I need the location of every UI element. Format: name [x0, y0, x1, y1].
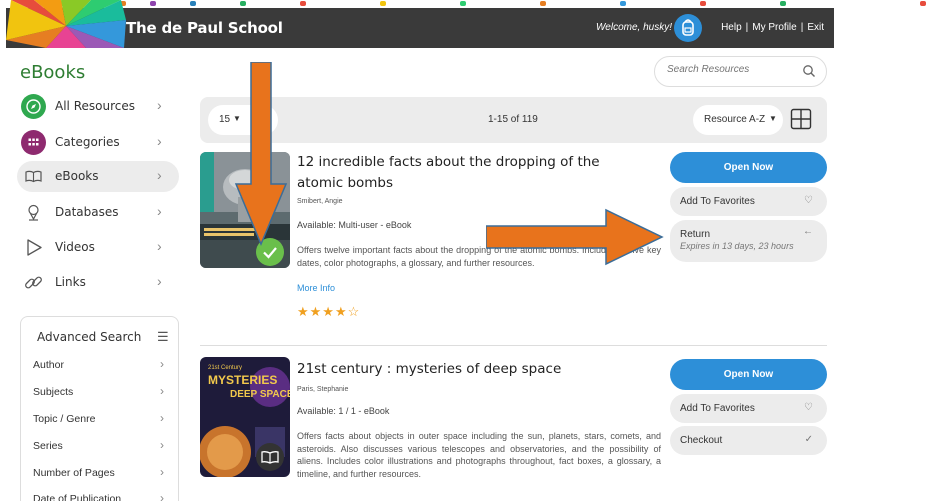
- open-now-button[interactable]: Open Now: [670, 152, 827, 183]
- welcome-text: Welcome, husky!: [596, 22, 672, 33]
- sidebar-item-links[interactable]: Links ›: [17, 267, 179, 298]
- search-input[interactable]: [667, 64, 797, 75]
- availability: Available: 1 / 1 - eBook: [297, 406, 390, 416]
- chevron-right-icon: ›: [160, 357, 164, 371]
- my-profile-link[interactable]: My Profile: [752, 22, 796, 33]
- site-header: The de Paul School Welcome, husky! Help |…: [6, 0, 834, 48]
- chevron-right-icon: ›: [160, 491, 164, 501]
- sidebar-item-categories[interactable]: Categories ›: [17, 127, 179, 158]
- grid-icon: [21, 130, 46, 155]
- school-logo[interactable]: [6, 0, 126, 48]
- header-links: Help | My Profile | Exit: [721, 22, 824, 33]
- filter-label: Topic / Genre: [33, 413, 96, 425]
- advanced-search-title[interactable]: Advanced Search: [37, 330, 141, 344]
- chevron-right-icon: ›: [157, 97, 162, 113]
- chevron-right-icon: ›: [157, 133, 162, 149]
- sidebar-item-label: eBooks: [55, 169, 99, 183]
- chevron-right-icon: ›: [157, 273, 162, 289]
- ebook-badge: [256, 443, 284, 471]
- rating-stars[interactable]: ★★★★☆: [297, 304, 360, 320]
- expiry-text: Expires in 13 days, 23 hours: [680, 241, 794, 251]
- cover-title-line1: MYSTERIES: [208, 373, 277, 387]
- cover-title-line2: DEEP SPACE: [230, 389, 290, 400]
- book-title[interactable]: 12 incredible facts about the dropping o…: [297, 152, 647, 194]
- filter-label: Date of Publication: [33, 493, 122, 501]
- right-arrow-annotation: [486, 208, 664, 266]
- caret-down-icon: ▼: [769, 114, 777, 123]
- chevron-right-icon: ›: [160, 465, 164, 479]
- filter-label: Subjects: [33, 386, 74, 398]
- checkout-button[interactable]: Checkout ✓: [670, 426, 827, 455]
- user-avatar[interactable]: [674, 14, 702, 42]
- book-description: Offers facts about objects in outer spac…: [297, 431, 661, 479]
- book-author[interactable]: Smibert, Angie: [297, 198, 343, 205]
- chevron-right-icon: ›: [160, 411, 164, 425]
- advanced-search-panel: Advanced Search ☰ Author › Subjects › Topi…: [20, 316, 179, 501]
- add-to-favorites-button[interactable]: Add To Favorites ♡: [670, 187, 827, 216]
- add-to-favorites-button[interactable]: Add To Favorites ♡: [670, 394, 827, 423]
- backpack-icon: [682, 19, 694, 36]
- filter-label: Series: [33, 440, 63, 452]
- book-title[interactable]: 21st century : mysteries of deep space: [297, 359, 647, 380]
- heart-icon: ♡: [804, 195, 813, 206]
- compass-icon: [21, 94, 46, 119]
- check-icon: ✓: [804, 434, 813, 445]
- sidebar-item-ebooks[interactable]: eBooks ›: [17, 161, 179, 192]
- sidebar-item-videos[interactable]: Videos ›: [17, 232, 179, 263]
- open-now-button[interactable]: Open Now: [670, 359, 827, 390]
- book-open-icon: [21, 164, 46, 189]
- browser-bookmark-strip: [0, 0, 931, 8]
- exit-link[interactable]: Exit: [807, 22, 824, 33]
- down-arrow-annotation: [234, 62, 288, 246]
- sliders-icon[interactable]: ☰: [157, 329, 169, 345]
- link-icon: [21, 270, 46, 295]
- book-open-icon: [261, 451, 279, 464]
- sidebar-item-label: All Resources: [55, 99, 135, 113]
- school-name[interactable]: The de Paul School: [126, 19, 283, 37]
- help-link[interactable]: Help: [721, 22, 742, 33]
- return-button[interactable]: Return ← Expires in 13 days, 23 hours: [670, 220, 827, 262]
- more-info-link[interactable]: More Info: [297, 283, 335, 293]
- chevron-right-icon: ›: [157, 203, 162, 219]
- filter-label: Author: [33, 359, 64, 371]
- search-icon[interactable]: [802, 64, 816, 78]
- sort-value: Resource A-Z: [704, 114, 766, 125]
- heart-icon: ♡: [804, 402, 813, 413]
- results-count: 1-15 of 119: [488, 114, 538, 125]
- cover-series-text: 21st Century: [208, 365, 242, 371]
- button-label: Add To Favorites: [680, 196, 755, 207]
- chevron-right-icon: ›: [157, 167, 162, 183]
- sidebar-item-label: Categories: [55, 135, 120, 149]
- arrow-left-icon: ←: [803, 226, 813, 237]
- chevron-right-icon: ›: [160, 438, 164, 452]
- book-author[interactable]: Paris, Stephanie: [297, 386, 348, 393]
- sidebar-item-label: Videos: [55, 240, 95, 254]
- play-icon: [21, 235, 46, 260]
- button-label: Add To Favorites: [680, 403, 755, 414]
- per-page-value: 15: [219, 114, 231, 125]
- sidebar-item-all-resources[interactable]: All Resources ›: [17, 91, 179, 122]
- sort-select[interactable]: Resource A-Z ▼: [693, 105, 783, 135]
- results-toolbar: 15 ▼ / p 1-15 of 119 Resource A-Z ▼: [200, 97, 827, 143]
- sidebar-item-label: Links: [55, 275, 86, 289]
- page-title: eBooks: [20, 62, 86, 83]
- search-box: [654, 56, 827, 87]
- button-label: Checkout: [680, 435, 723, 446]
- sidebar-item-label: Databases: [55, 205, 119, 219]
- availability: Available: Multi-user - eBook: [297, 220, 412, 230]
- button-label: Return: [680, 229, 711, 240]
- chevron-right-icon: ›: [160, 384, 164, 398]
- result-divider: [200, 345, 827, 346]
- chevron-right-icon: ›: [157, 238, 162, 254]
- filter-label: Number of Pages: [33, 467, 115, 479]
- sidebar-item-databases[interactable]: Databases ›: [17, 197, 179, 228]
- grid-view-icon[interactable]: [790, 108, 812, 130]
- database-icon: [21, 200, 46, 225]
